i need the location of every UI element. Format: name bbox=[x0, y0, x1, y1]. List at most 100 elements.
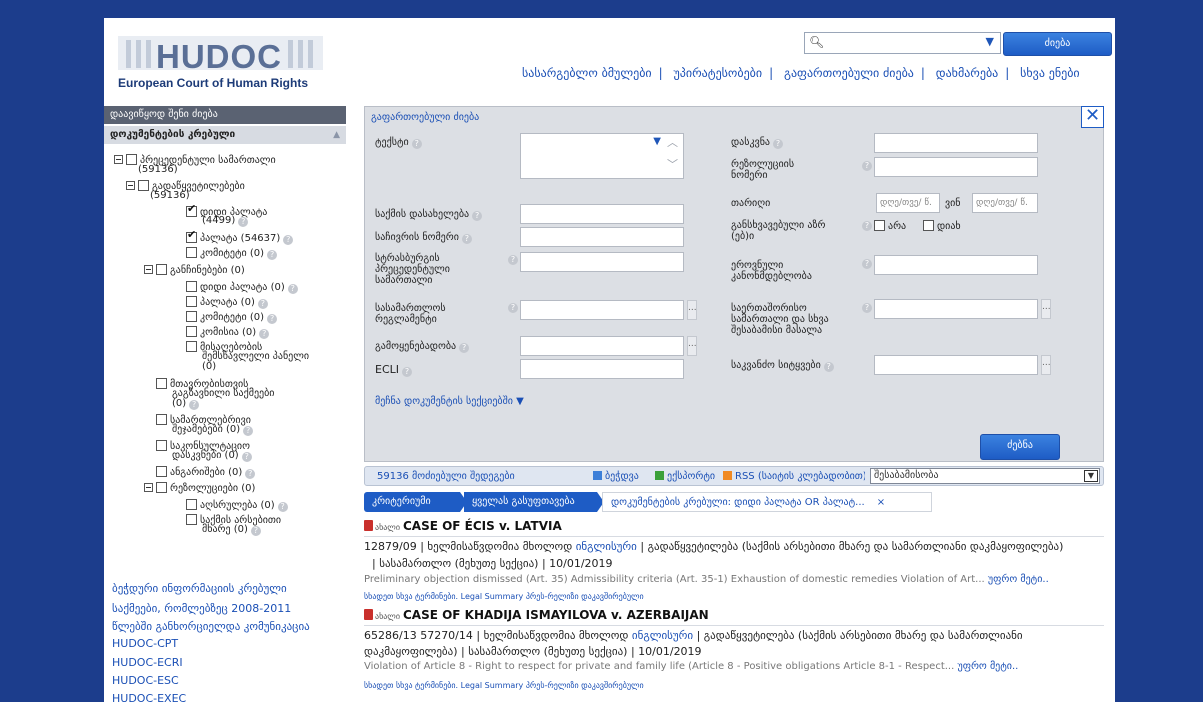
checkbox[interactable] bbox=[138, 180, 149, 191]
help-icon[interactable]: ? bbox=[411, 139, 422, 149]
help-icon[interactable]: ? bbox=[773, 139, 784, 149]
help-icon[interactable]: ? bbox=[508, 303, 518, 313]
result-links[interactable]: სხადეთ სხვა ტერმინები. Legal Summary პრე… bbox=[364, 592, 644, 601]
help-icon[interactable]: ? bbox=[459, 343, 470, 353]
tree-committee[interactable]: კომიტეტი (0)? bbox=[186, 247, 278, 260]
result-title[interactable]: ახალი CASE OF ÉCIS v. LATVIA bbox=[364, 519, 562, 533]
link-help[interactable]: დახმარება bbox=[936, 66, 999, 80]
help-icon[interactable]: ? bbox=[402, 367, 413, 377]
tree-dec-committee[interactable]: კომიტეტი (0)? bbox=[186, 311, 278, 324]
checkbox[interactable] bbox=[156, 482, 167, 493]
tree-resolutions[interactable]: რეზოლუციები (0) bbox=[144, 482, 255, 494]
help-icon[interactable]: ? bbox=[267, 314, 278, 324]
checkbox[interactable] bbox=[874, 220, 885, 231]
link-communicated-years[interactable]: წლებში განხორციელდა კომუნიკაცია bbox=[112, 620, 310, 633]
help-icon[interactable]: ? bbox=[472, 211, 483, 221]
link-hudoc-cpt[interactable]: HUDOC-CPT bbox=[112, 637, 178, 650]
link-hudoc-esc[interactable]: HUDOC-ESC bbox=[112, 674, 179, 687]
remove-filter-icon[interactable]: × bbox=[877, 497, 885, 508]
help-icon[interactable]: ? bbox=[461, 234, 472, 244]
help-icon[interactable]: ? bbox=[241, 452, 252, 462]
ecli-input[interactable] bbox=[520, 359, 684, 379]
hudoc-logo[interactable]: HUDOC European Court of Human Rights bbox=[118, 30, 323, 92]
clear-all-chip[interactable]: ყველას გასუფთავება bbox=[464, 492, 597, 512]
quick-search-input[interactable]: 🔍︎ ▼ bbox=[804, 32, 1001, 54]
help-icon[interactable]: ? bbox=[257, 299, 268, 309]
help-icon[interactable]: ? bbox=[283, 235, 294, 245]
sort-select[interactable]: შესაბამისობა ▼ bbox=[870, 468, 1100, 484]
close-icon[interactable]: ✕ bbox=[1081, 106, 1104, 128]
app-number-input[interactable] bbox=[520, 227, 684, 247]
document-collection-header[interactable]: დოკუმენტების კრებული ▲ bbox=[104, 126, 346, 144]
checkbox[interactable] bbox=[186, 341, 197, 352]
link-languages[interactable]: სხვა ენები bbox=[1020, 66, 1079, 80]
help-icon[interactable]: ? bbox=[250, 526, 261, 536]
tree-reports[interactable]: ანგარიშები (0)? bbox=[156, 466, 256, 479]
help-icon[interactable]: ? bbox=[189, 400, 200, 410]
checkbox[interactable] bbox=[186, 499, 197, 510]
checkbox[interactable] bbox=[156, 440, 167, 451]
checkbox[interactable] bbox=[186, 247, 197, 258]
collapse-icon[interactable]: ▲ bbox=[333, 126, 340, 144]
help-icon[interactable]: ? bbox=[862, 303, 872, 313]
checkbox-checked[interactable] bbox=[186, 204, 197, 217]
help-icon[interactable]: ? bbox=[243, 426, 254, 436]
show-in-sections-link[interactable]: მეჩნა დოკუმენტის სექციებში ▼ bbox=[375, 396, 524, 407]
tree-dec-commission[interactable]: კომისია (0)? bbox=[186, 326, 270, 339]
resolution-input[interactable] bbox=[874, 157, 1038, 177]
scroll-down-icon[interactable]: ﹀ bbox=[667, 156, 678, 172]
rules-input[interactable] bbox=[520, 300, 684, 320]
link-communicated-2008[interactable]: საქმეები, რომლებზეც 2008-2011 bbox=[112, 602, 291, 615]
checkbox[interactable] bbox=[156, 414, 167, 425]
text-input[interactable]: ▼ ︿ ﹀ bbox=[520, 133, 684, 179]
applicability-picker-button[interactable]: ... bbox=[687, 336, 697, 356]
help-icon[interactable]: ? bbox=[823, 362, 834, 372]
checkbox[interactable] bbox=[186, 326, 197, 337]
help-icon[interactable]: ? bbox=[277, 502, 288, 512]
export-button[interactable]: ექსპორტი bbox=[655, 471, 715, 482]
conclusion-input[interactable] bbox=[874, 133, 1038, 153]
checkbox[interactable] bbox=[186, 281, 197, 292]
checkbox[interactable] bbox=[186, 514, 197, 525]
help-icon[interactable]: ? bbox=[259, 329, 270, 339]
scroll-up-icon[interactable]: ︿ bbox=[667, 134, 678, 150]
link-print-collection[interactable]: ბეჭდური ინფორმაციის კრებული bbox=[112, 582, 287, 595]
checkbox-checked[interactable] bbox=[186, 230, 197, 243]
link-hudoc-exec[interactable]: HUDOC-EXEC bbox=[112, 692, 186, 702]
collapse-icon[interactable] bbox=[114, 155, 123, 164]
checkbox[interactable] bbox=[186, 311, 197, 322]
opinion-no-option[interactable]: არა bbox=[874, 220, 906, 232]
help-icon[interactable]: ? bbox=[287, 284, 298, 294]
collapse-icon[interactable] bbox=[144, 265, 153, 274]
tree-dec-grand-chamber[interactable]: დიდი პალატა (0)? bbox=[186, 281, 298, 294]
result-title[interactable]: ახალი CASE OF KHADIJA ISMAYILOVA v. AZERB… bbox=[364, 608, 709, 622]
link-preferences[interactable]: უპირატესობები bbox=[674, 66, 763, 80]
tree-dec-chamber[interactable]: პალატა (0)? bbox=[186, 296, 268, 309]
print-button[interactable]: ბეჭდვა bbox=[593, 471, 639, 482]
help-icon[interactable]: ? bbox=[862, 161, 872, 171]
criteria-chip[interactable]: კრიტერიუმი bbox=[364, 492, 460, 512]
checkbox[interactable] bbox=[156, 466, 167, 477]
help-icon[interactable]: ? bbox=[862, 259, 872, 269]
date-to-input[interactable]: დღე/თვე/ წ. bbox=[972, 193, 1038, 213]
language-link[interactable]: ინგლისური bbox=[576, 540, 637, 553]
date-from-input[interactable]: დღე/თვე/ წ. bbox=[876, 193, 940, 213]
collapse-icon[interactable] bbox=[126, 181, 135, 190]
help-icon[interactable]: ? bbox=[245, 469, 256, 479]
more-link[interactable]: უფრო მეტი.. bbox=[957, 661, 1018, 672]
checkbox[interactable] bbox=[156, 264, 167, 275]
help-icon[interactable]: ? bbox=[267, 250, 278, 260]
keywords-picker-button[interactable]: ... bbox=[1041, 355, 1051, 375]
tree-chamber[interactable]: პალატა (54637)? bbox=[186, 230, 294, 245]
link-advanced-search[interactable]: გაფართოებული ძიება bbox=[784, 66, 914, 80]
tree-execution[interactable]: აღსრულება (0)? bbox=[186, 499, 288, 512]
remember-search-header[interactable]: დაავიწყოდ შენი ძიება bbox=[104, 106, 346, 124]
intl-law-input[interactable] bbox=[874, 299, 1038, 319]
checkbox[interactable] bbox=[156, 378, 167, 389]
case-title-input[interactable] bbox=[520, 204, 684, 224]
chevron-down-icon[interactable]: ▼ bbox=[986, 35, 994, 48]
language-link[interactable]: ინგლისური bbox=[632, 629, 693, 642]
chevron-down-icon[interactable]: ▼ bbox=[653, 136, 661, 147]
collapse-icon[interactable] bbox=[144, 483, 153, 492]
collection-filter-chip[interactable]: დოკუმენტების კრებული: დიდი პალატა OR პალ… bbox=[602, 492, 932, 512]
